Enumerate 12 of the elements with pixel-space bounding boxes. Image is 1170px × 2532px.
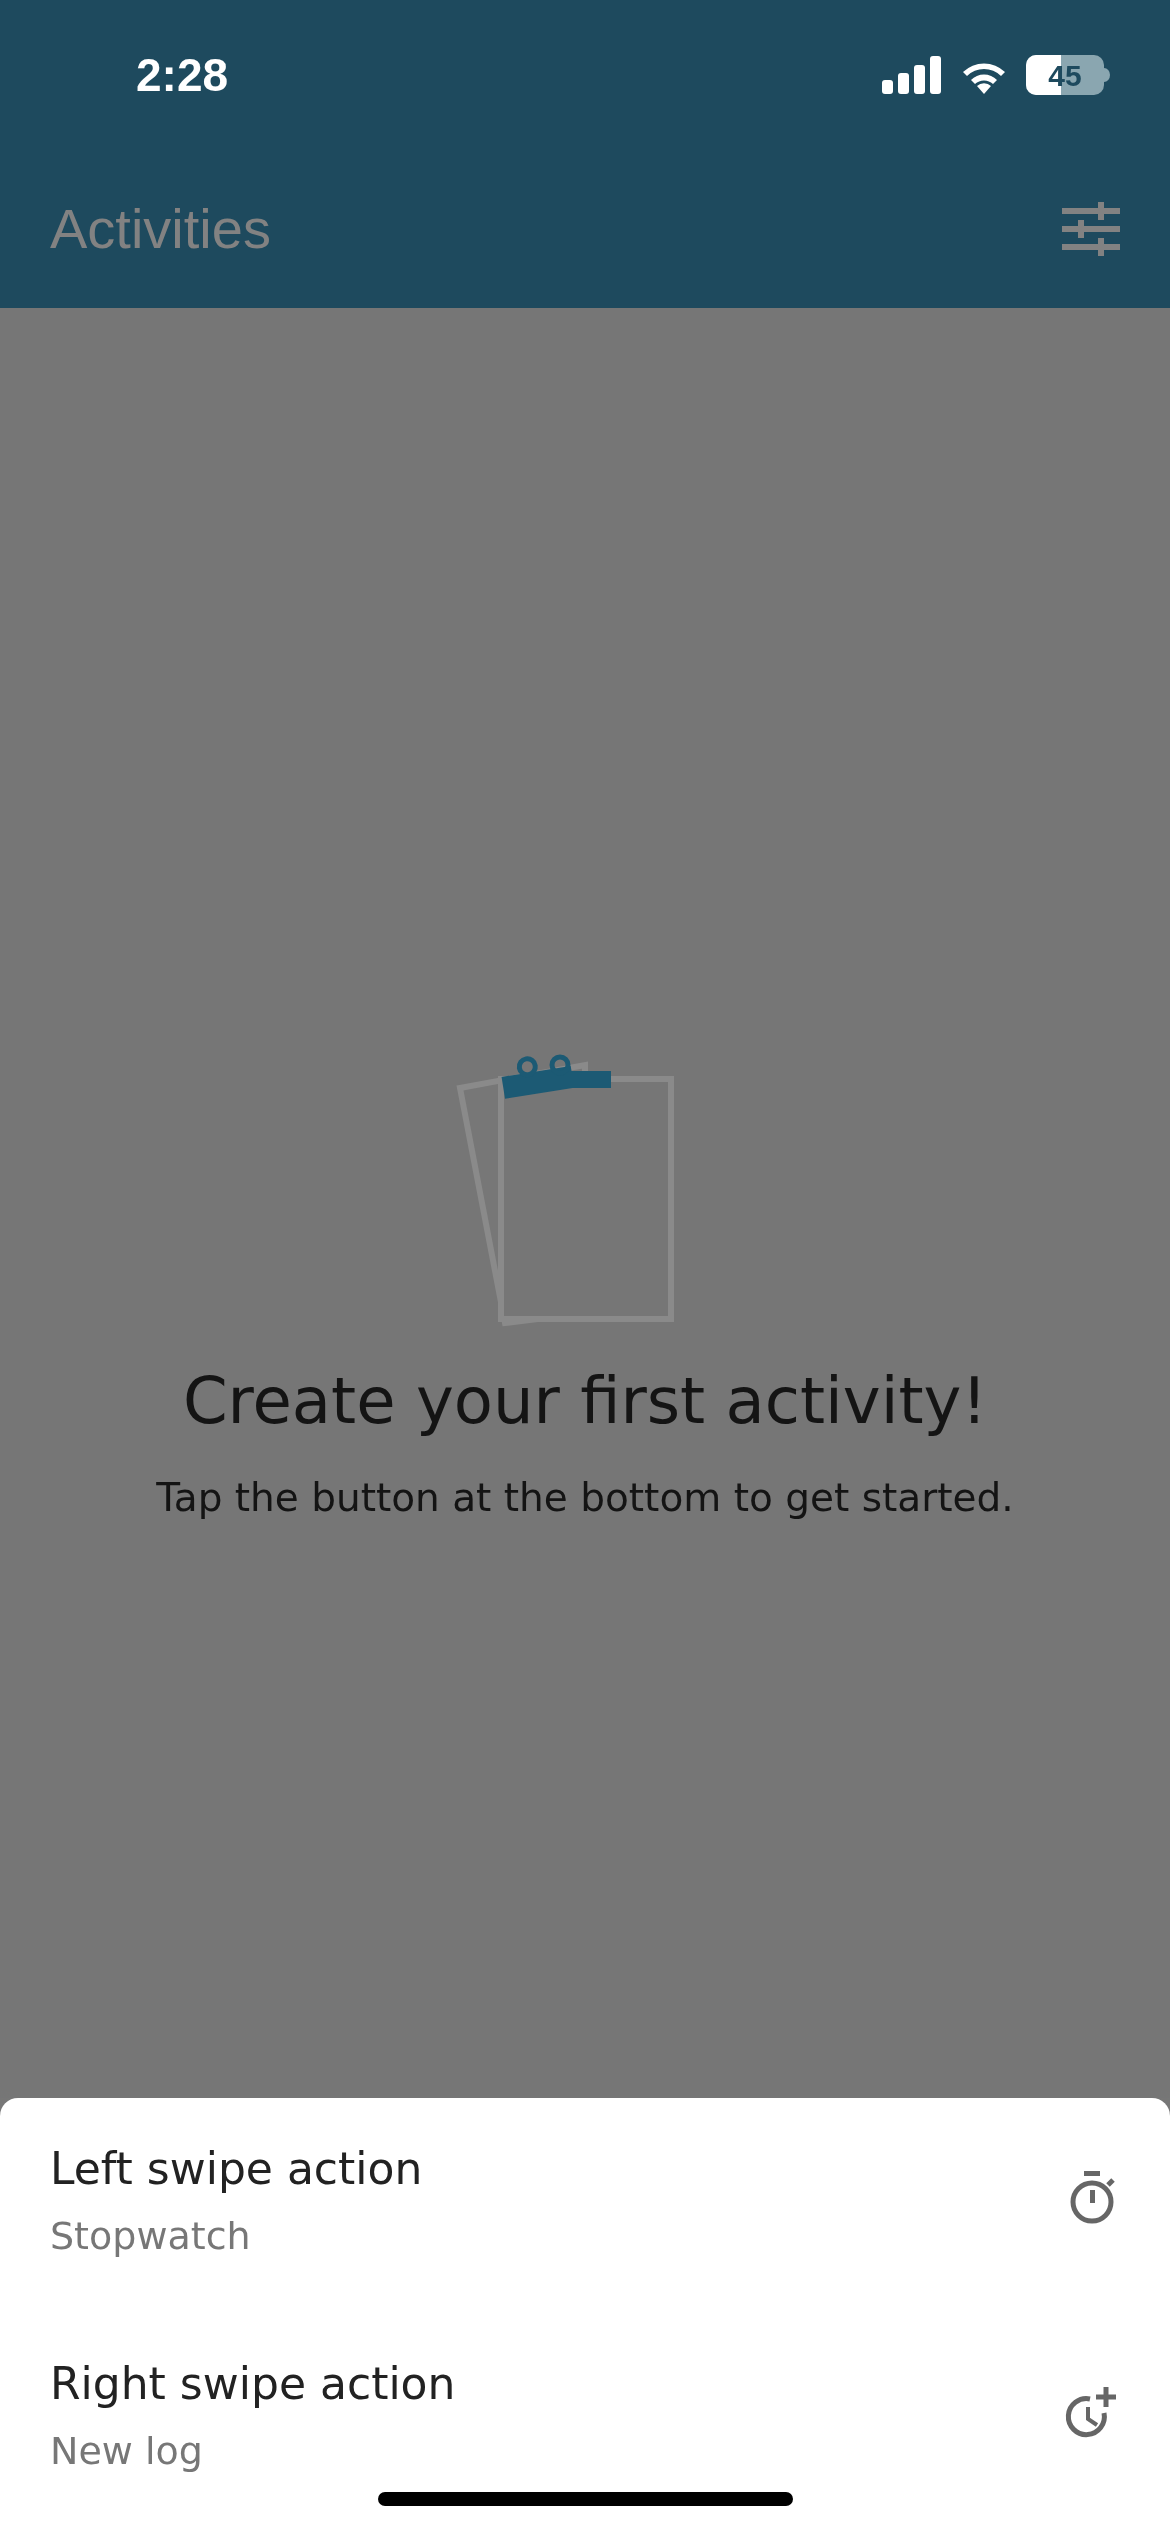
empty-state-title: Create your first activity! (182, 1363, 988, 1440)
setting-value: New log (50, 2428, 204, 2475)
setting-title: Right swipe action (50, 2357, 456, 2411)
clock-time: 2:28 (136, 47, 229, 103)
setting-value: Stopwatch (50, 2213, 252, 2260)
empty-state-message: Tap the button at the bottom to get started. (156, 1474, 1014, 1522)
setting-row[interactable]: Right swipe action New log (50, 2343, 456, 2480)
setting-row[interactable]: Left swipe action Stopwatch (50, 2128, 423, 2265)
signal-icon (882, 56, 942, 94)
setting-title: Left swipe action (50, 2142, 423, 2196)
page-title: Activities (50, 196, 271, 262)
filter-icon[interactable] (1062, 202, 1120, 256)
